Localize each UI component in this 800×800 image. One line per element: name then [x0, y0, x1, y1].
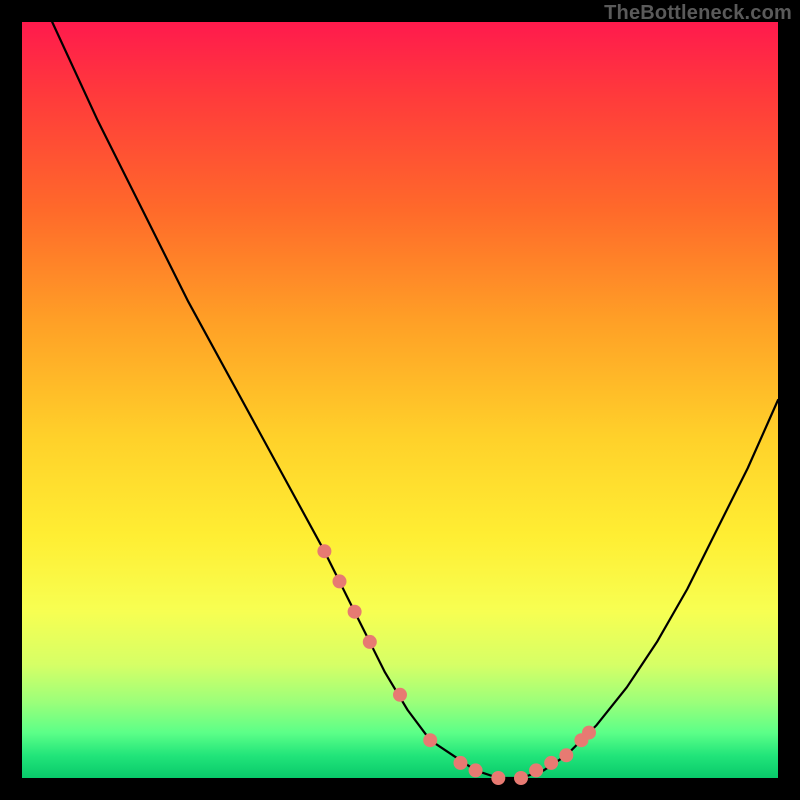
marker-point	[582, 726, 596, 740]
attribution-text: TheBottleneck.com	[604, 2, 792, 25]
marker-point	[529, 763, 543, 777]
marker-point	[469, 763, 483, 777]
marker-point	[393, 688, 407, 702]
marker-point	[363, 635, 377, 649]
marker-point	[514, 771, 528, 785]
marker-point	[454, 756, 468, 770]
curve-markers	[317, 544, 596, 785]
marker-point	[491, 771, 505, 785]
marker-point	[333, 574, 347, 588]
chart-frame: TheBottleneck.com	[0, 0, 800, 800]
marker-point	[317, 544, 331, 558]
marker-point	[544, 756, 558, 770]
curve-line	[52, 22, 778, 778]
bottleneck-curve	[22, 22, 778, 778]
marker-point	[559, 748, 573, 762]
marker-point	[348, 605, 362, 619]
marker-point	[423, 733, 437, 747]
